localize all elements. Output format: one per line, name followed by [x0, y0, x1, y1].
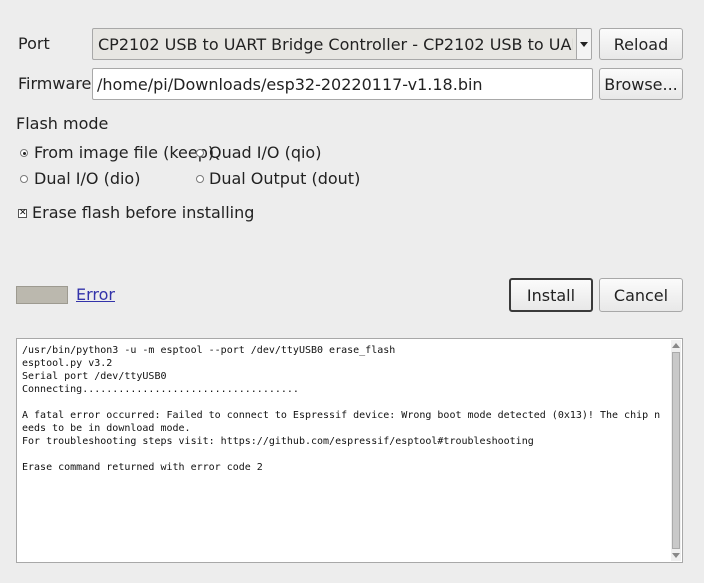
install-button[interactable]: Install [509, 278, 593, 312]
erase-checkbox-label[interactable]: Erase flash before installing [32, 203, 254, 223]
port-selected-value: CP2102 USB to UART Bridge Controller - C… [98, 35, 573, 54]
chevron-down-icon[interactable] [576, 29, 591, 59]
radio-qio-label[interactable]: Quad I/O (qio) [209, 143, 321, 163]
radio-dio-label[interactable]: Dual I/O (dio) [34, 169, 140, 189]
error-link[interactable]: Error [76, 285, 115, 304]
port-label: Port [18, 34, 50, 53]
scroll-thumb[interactable] [672, 352, 680, 549]
radio-from-image-file-label[interactable]: From image file (keep) [34, 143, 214, 163]
reload-button[interactable]: Reload [599, 28, 683, 60]
radio-dout[interactable] [196, 175, 204, 183]
scroll-up-icon[interactable] [672, 343, 680, 348]
radio-dout-label[interactable]: Dual Output (dout) [209, 169, 360, 189]
erase-checkbox[interactable]: ✕ [18, 209, 27, 218]
progress-bar [16, 286, 68, 304]
cancel-button[interactable]: Cancel [599, 278, 683, 312]
radio-qio[interactable] [196, 149, 204, 157]
browse-button[interactable]: Browse... [599, 68, 683, 100]
port-select[interactable]: CP2102 USB to UART Bridge Controller - C… [92, 28, 592, 60]
log-text: /usr/bin/python3 -u -m esptool --port /d… [22, 345, 661, 473]
firmware-label: Firmware [18, 74, 92, 93]
log-output[interactable]: /usr/bin/python3 -u -m esptool --port /d… [16, 338, 683, 563]
flash-mode-title: Flash mode [16, 114, 109, 133]
radio-dio[interactable] [20, 175, 28, 183]
firmware-path-field[interactable]: /home/pi/Downloads/esp32-20220117-v1.18.… [92, 68, 593, 100]
log-scrollbar[interactable] [671, 340, 681, 561]
radio-from-image-file[interactable] [20, 149, 28, 157]
scroll-down-icon[interactable] [672, 553, 680, 558]
